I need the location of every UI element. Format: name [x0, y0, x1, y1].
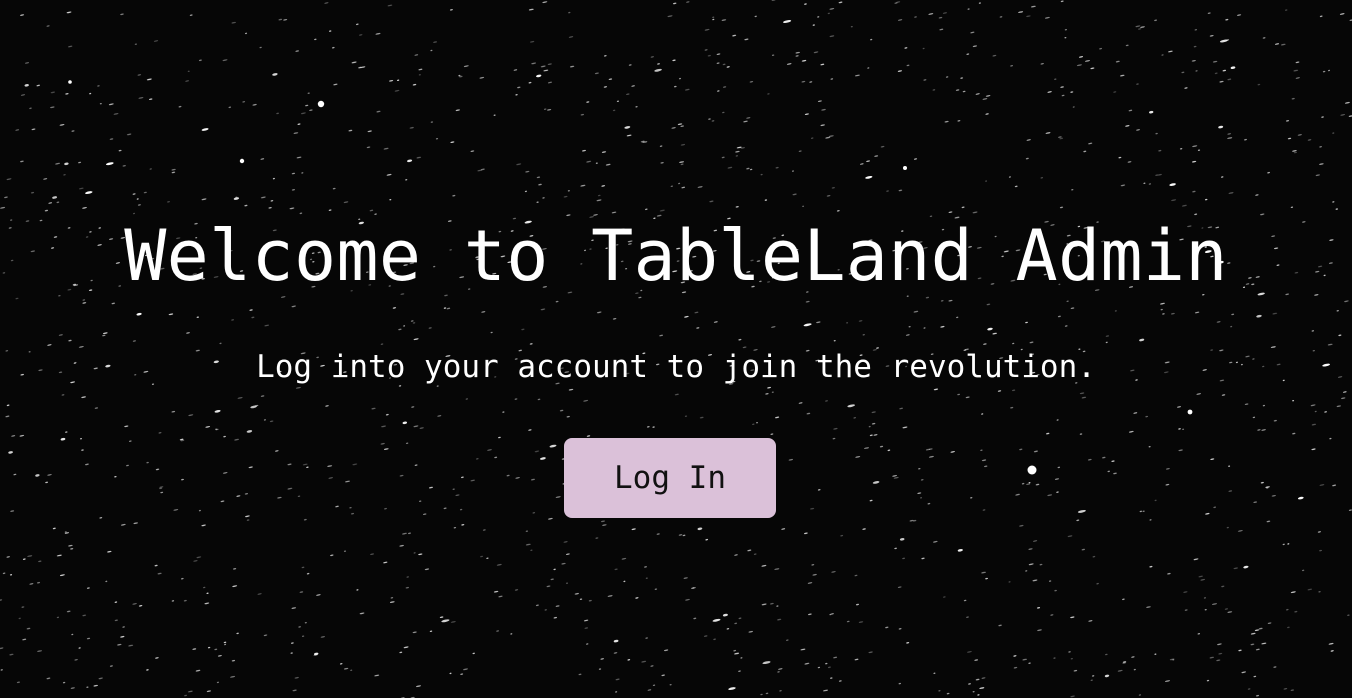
- page-title: Welcome to TableLand Admin: [124, 215, 1228, 297]
- login-button[interactable]: Log In: [564, 438, 776, 518]
- page-subtitle: Log into your account to join the revolu…: [256, 349, 1096, 385]
- login-page: Welcome to TableLand Admin Log into your…: [0, 0, 1352, 698]
- hero-section: Welcome to TableLand Admin Log into your…: [0, 0, 1352, 698]
